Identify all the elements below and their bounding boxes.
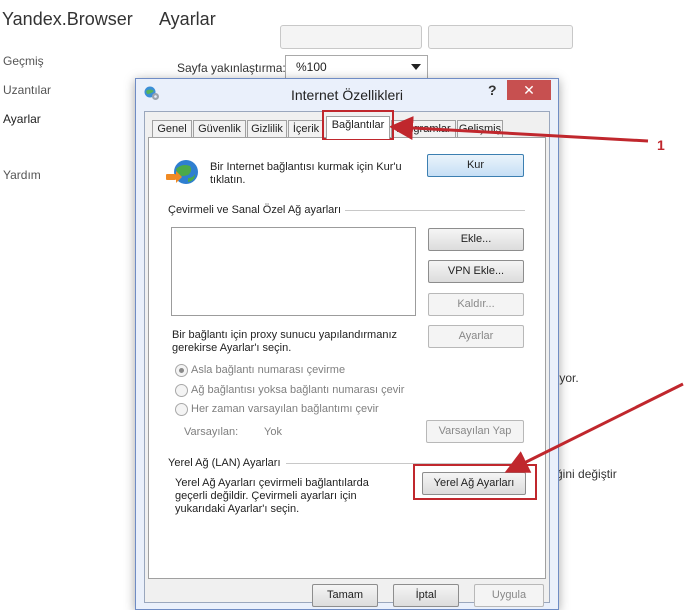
set-default-button[interactable]: Varsayılan Yap bbox=[426, 420, 524, 443]
zoom-value: %100 bbox=[296, 60, 327, 74]
cancel-button[interactable]: İptal bbox=[393, 584, 459, 607]
zoom-select[interactable]: %100 bbox=[285, 55, 428, 79]
tab-security[interactable]: Güvenlik bbox=[193, 120, 246, 138]
lan-section-header: Yerel Ağ (LAN) Ayarları bbox=[168, 457, 281, 469]
tab-privacy[interactable]: Gizlilik bbox=[247, 120, 287, 138]
radio-never-dial[interactable] bbox=[175, 364, 188, 377]
remove-button[interactable]: Kaldır... bbox=[428, 293, 524, 316]
chevron-down-icon bbox=[411, 64, 421, 70]
step-number-label: 1 bbox=[657, 137, 665, 153]
default-value: Yok bbox=[264, 426, 282, 438]
background-text-fragment: ıyor. bbox=[556, 371, 579, 385]
partial-select-top[interactable] bbox=[280, 25, 422, 49]
internet-options-dialog: Internet Özellikleri ? ✕ Genel Güvenlik … bbox=[135, 78, 559, 610]
sidebar-item-history[interactable]: Geçmiş bbox=[3, 54, 44, 68]
tab-content[interactable]: İçerik bbox=[288, 120, 324, 138]
page-title: Ayarlar bbox=[159, 9, 216, 29]
partial-button-top[interactable] bbox=[428, 25, 573, 49]
setup-button[interactable]: Kur bbox=[427, 154, 524, 177]
radio-dial-when-no-network[interactable] bbox=[175, 384, 188, 397]
add-vpn-button[interactable]: VPN Ekle... bbox=[428, 260, 524, 283]
radio-label: Her zaman varsayılan bağlantımı çevir bbox=[191, 403, 379, 415]
app-title: Yandex.Browser bbox=[2, 9, 133, 29]
separator-line bbox=[345, 210, 525, 211]
close-button[interactable]: ✕ bbox=[507, 80, 551, 100]
radio-always-dial-default[interactable] bbox=[175, 403, 188, 416]
apply-button[interactable]: Uygula bbox=[474, 584, 544, 607]
help-button[interactable]: ? bbox=[488, 82, 497, 98]
dialog-titlebar[interactable]: Internet Özellikleri ? ✕ bbox=[136, 79, 558, 111]
proxy-description: Bir bağlantı için proxy sunucu yapılandı… bbox=[172, 329, 398, 354]
sidebar-item-help[interactable]: Yardım bbox=[3, 168, 41, 182]
dialup-section-header: Çevirmeli ve Sanal Özel Ağ ayarları bbox=[168, 204, 342, 216]
sidebar-item-extensions[interactable]: Uzantılar bbox=[3, 83, 51, 97]
zoom-label: Sayfa yakınlaştırma: bbox=[177, 61, 286, 75]
add-button[interactable]: Ekle... bbox=[428, 228, 524, 251]
connections-listbox[interactable] bbox=[171, 227, 416, 316]
background-text-fragment: ğini değiştir bbox=[556, 467, 617, 481]
tab-advanced[interactable]: Gelişmiş bbox=[457, 120, 503, 138]
tab-connections[interactable]: Bağlantılar bbox=[326, 116, 390, 139]
connection-settings-button[interactable]: Ayarlar bbox=[428, 325, 524, 348]
lan-button-highlight bbox=[413, 464, 537, 500]
radio-label: Asla bağlantı numarası çevirme bbox=[191, 364, 346, 376]
sidebar-item-settings[interactable]: Ayarlar bbox=[3, 112, 41, 126]
tab-programs[interactable]: Programlar bbox=[391, 120, 456, 138]
radio-label: Ağ bağlantısı yoksa bağlantı numarası çe… bbox=[191, 384, 405, 396]
default-label: Varsayılan: bbox=[184, 426, 239, 438]
tab-general[interactable]: Genel bbox=[152, 120, 192, 138]
globe-network-icon bbox=[166, 160, 198, 184]
ok-button[interactable]: Tamam bbox=[312, 584, 378, 607]
setup-description: Bir Internet bağlantısı kurmak için Kur'… bbox=[210, 161, 402, 186]
lan-description: Yerel Ağ Ayarları çevirmeli bağlantılard… bbox=[175, 477, 369, 515]
